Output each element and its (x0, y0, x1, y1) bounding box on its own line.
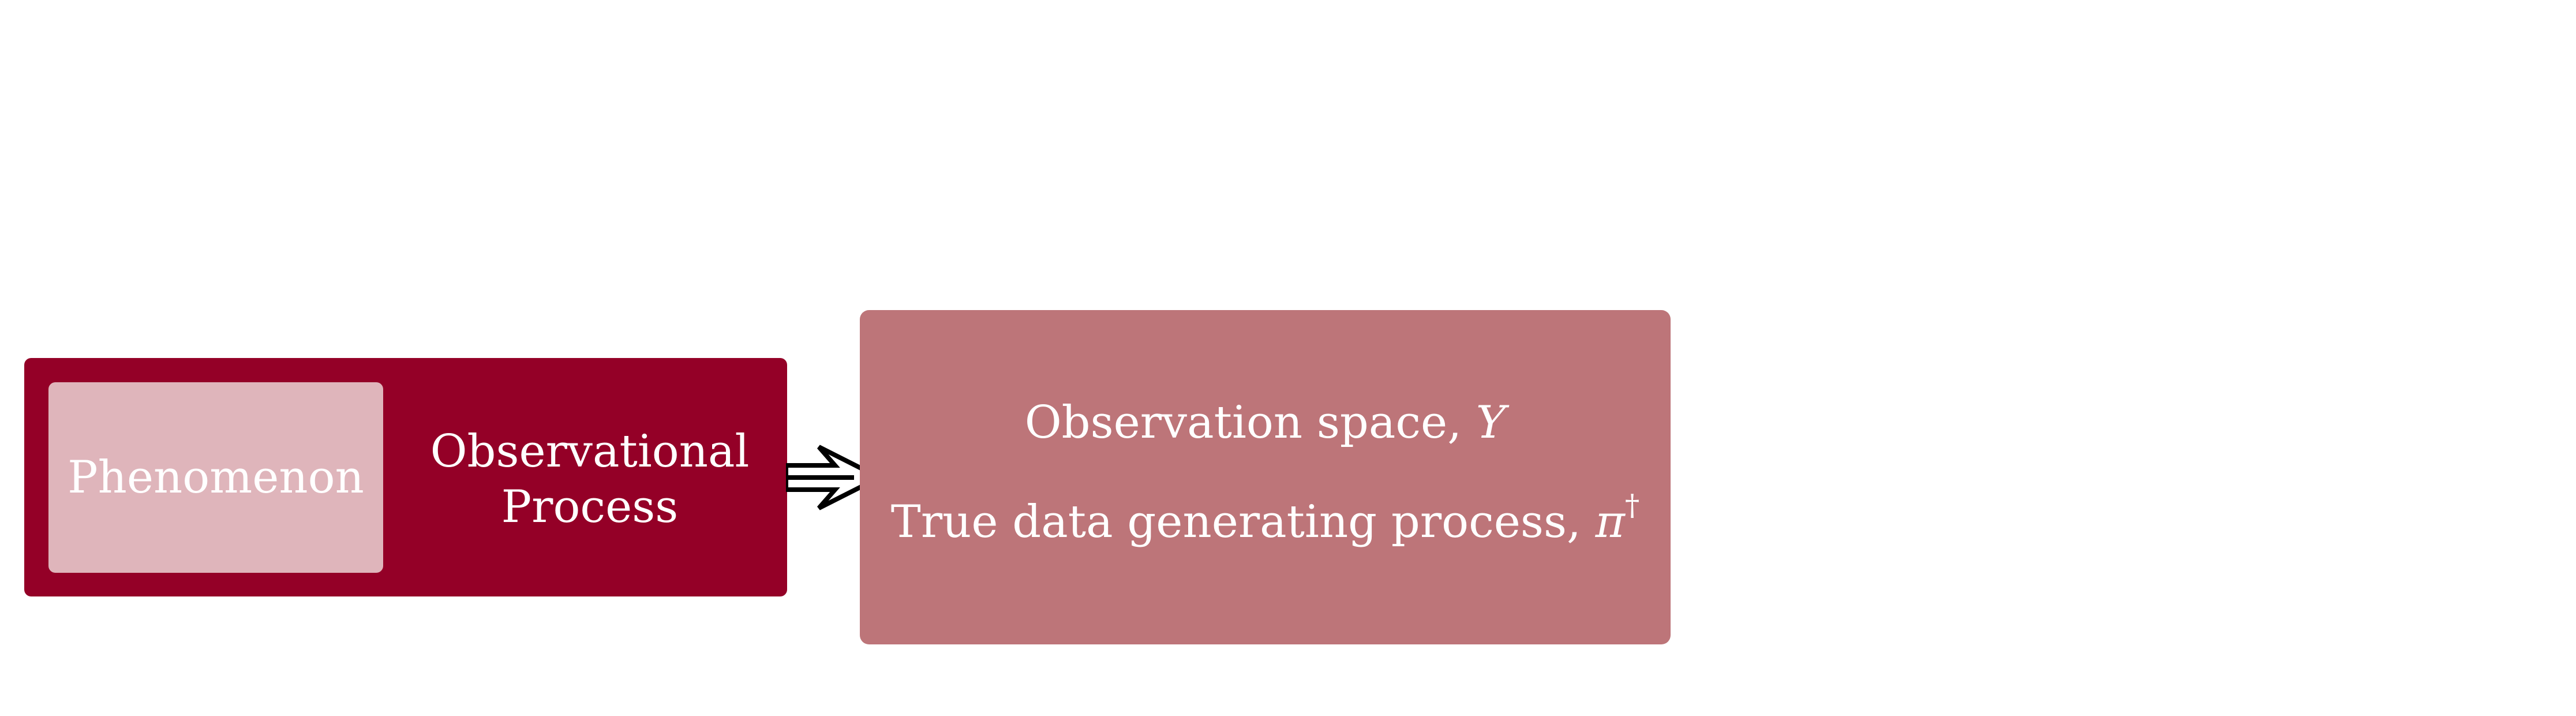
process-label-line2: Process (501, 481, 679, 533)
observational-process-box: Phenomenon Observational Process (24, 358, 787, 596)
observation-symbol: Y (1476, 397, 1506, 449)
process-label-line1: Observational (430, 426, 750, 478)
observational-process-label: Observational Process (428, 416, 751, 543)
phenomenon-label: Phenomenon (68, 452, 364, 504)
observation-space-text: Observation space, (1024, 397, 1476, 449)
observation-space-line: Observation space, Y (860, 397, 1671, 449)
dgp-superscript: † (1624, 487, 1640, 522)
observation-space-box: Observation space, Y True data generatin… (860, 310, 1671, 644)
data-generating-process-line: True data generating process, π† (860, 490, 1671, 548)
dgp-text: True data generating process, (890, 496, 1596, 548)
phenomenon-box: Phenomenon (48, 382, 383, 573)
dgp-symbol: π (1595, 496, 1625, 548)
